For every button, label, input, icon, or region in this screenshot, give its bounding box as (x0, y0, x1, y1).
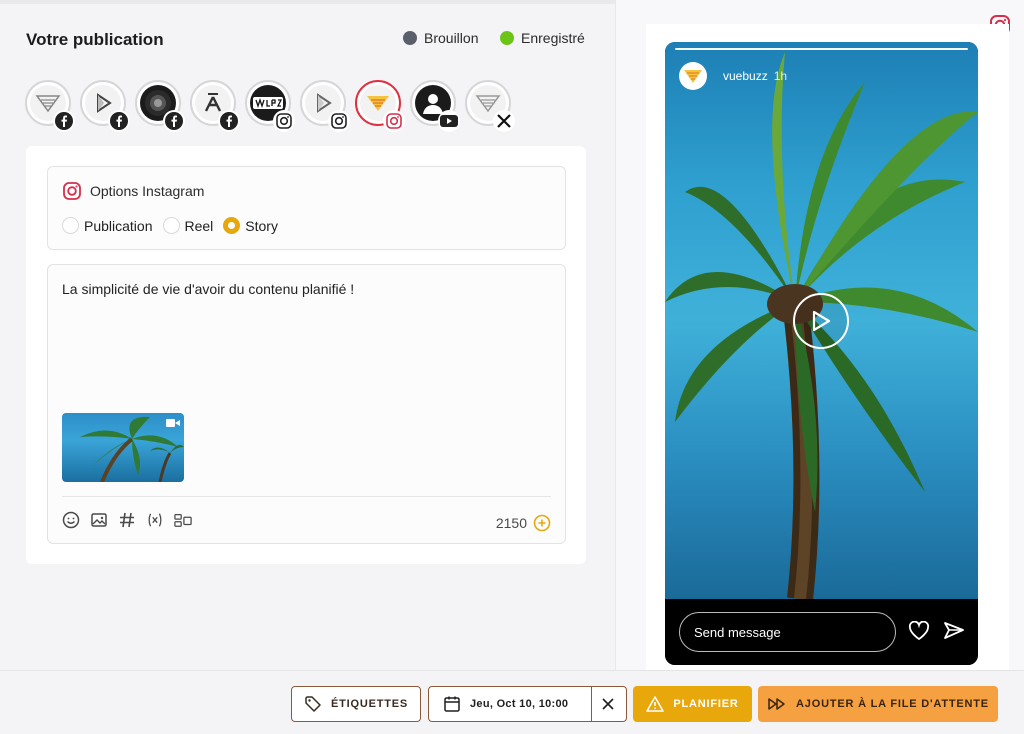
youtube-icon (438, 110, 460, 132)
story-username: vuebuzz (723, 69, 768, 83)
page-title: Votre publication (26, 30, 164, 49)
date-divider (591, 687, 592, 721)
tag-icon (305, 696, 321, 712)
account-avatar-instagram-selected[interactable] (355, 80, 405, 132)
facebook-icon (53, 110, 75, 132)
layout-icon[interactable] (174, 511, 192, 529)
story-avatar (679, 62, 707, 90)
status-draft: Brouillon (403, 30, 478, 46)
publication-card: Options Instagram Publication Reel Story… (26, 146, 586, 564)
instagram-icon (273, 110, 295, 132)
instagram-icon (63, 182, 81, 200)
account-selector (25, 80, 515, 132)
instagram-icon (328, 110, 350, 132)
editor-divider (62, 496, 551, 497)
tags-button-label: ÉTIQUETTES (330, 698, 409, 710)
instagram-options-panel: Options Instagram Publication Reel Story (47, 166, 566, 250)
radio-publication[interactable]: Publication (62, 217, 153, 234)
story-reply-bar: Send message (665, 599, 978, 665)
account-avatar-facebook-4[interactable] (190, 80, 240, 132)
radio-circle (162, 217, 180, 234)
post-type-radio-group: Publication Reel Story (62, 217, 278, 234)
story-header: vuebuzz 1h (679, 62, 787, 90)
editor-toolbar (62, 511, 192, 529)
radio-circle (62, 217, 79, 234)
instagram-icon (383, 110, 405, 132)
instagram-options-title: Options Instagram (90, 183, 205, 199)
char-count-value: 2150 (495, 515, 527, 531)
publication-editor-pane: Votre publication Brouillon Enregistré O… (0, 0, 615, 670)
radio-circle (223, 217, 241, 234)
heart-icon[interactable] (908, 621, 930, 641)
facebook-icon (218, 110, 240, 132)
video-thumbnail[interactable] (62, 413, 184, 482)
video-icon (166, 419, 180, 427)
calendar-icon (444, 696, 460, 712)
draft-dot (403, 31, 417, 45)
image-icon[interactable] (90, 511, 108, 529)
account-avatar-facebook-2[interactable] (80, 80, 130, 132)
account-avatar-instagram-1[interactable] (245, 80, 295, 132)
preview-pane: vuebuzz 1h Send message (615, 0, 1024, 670)
account-avatar-x[interactable] (465, 80, 515, 132)
account-avatar-instagram-2[interactable] (300, 80, 350, 132)
status-saved-label: Enregistré (521, 30, 585, 46)
add-to-queue-button[interactable]: AJOUTER À LA FILE D'ATTENTE (758, 686, 998, 722)
send-icon[interactable] (943, 621, 965, 641)
radio-label: Story (245, 217, 278, 234)
date-picker-button[interactable]: Jeu, Oct 10, 10:00 (428, 686, 627, 722)
tags-button[interactable]: ÉTIQUETTES (291, 686, 421, 722)
facebook-icon (163, 110, 185, 132)
hashtag-icon[interactable] (118, 511, 136, 529)
variable-icon[interactable] (146, 511, 164, 529)
facebook-icon (108, 110, 130, 132)
schedule-button[interactable]: PLANIFIER (633, 686, 752, 722)
status-draft-label: Brouillon (424, 30, 479, 46)
account-avatar-youtube[interactable] (410, 80, 460, 132)
date-label: Jeu, Oct 10, 10:00 (470, 698, 569, 710)
story-user: vuebuzz 1h (723, 69, 787, 83)
account-avatar-facebook-1[interactable] (25, 80, 75, 132)
post-text[interactable]: La simplicité de vie d'avoir du contenu … (62, 281, 354, 297)
close-icon[interactable] (599, 695, 617, 713)
x-icon (493, 110, 515, 132)
emoji-icon[interactable] (62, 511, 80, 529)
send-message-input[interactable]: Send message (679, 612, 896, 652)
post-editor[interactable]: La simplicité de vie d'avoir du contenu … (47, 264, 566, 544)
story-time: 1h (773, 69, 788, 83)
story-progress-bar (675, 48, 968, 50)
saved-dot (500, 31, 514, 45)
char-counter: 2150 (496, 514, 551, 532)
account-avatar-facebook-3[interactable] (135, 80, 185, 132)
action-footer: ÉTIQUETTES Jeu, Oct 10, 10:00 PLANIFIER … (0, 670, 1024, 734)
radio-story[interactable]: Story (223, 217, 278, 234)
status-saved: Enregistré (500, 30, 585, 46)
story-preview: vuebuzz 1h Send message (665, 42, 978, 665)
warning-icon (646, 696, 665, 712)
add-circle-icon[interactable] (533, 514, 551, 532)
radio-label: Reel (184, 217, 214, 234)
instagram-options-header: Options Instagram (62, 181, 204, 201)
radio-label: Publication (84, 217, 153, 234)
play-icon (812, 310, 831, 332)
schedule-button-label: PLANIFIER (673, 698, 739, 710)
fast-forward-icon (768, 698, 785, 710)
radio-reel[interactable]: Reel (162, 217, 214, 234)
play-button[interactable] (793, 293, 849, 349)
queue-button-label: AJOUTER À LA FILE D'ATTENTE (796, 698, 989, 710)
